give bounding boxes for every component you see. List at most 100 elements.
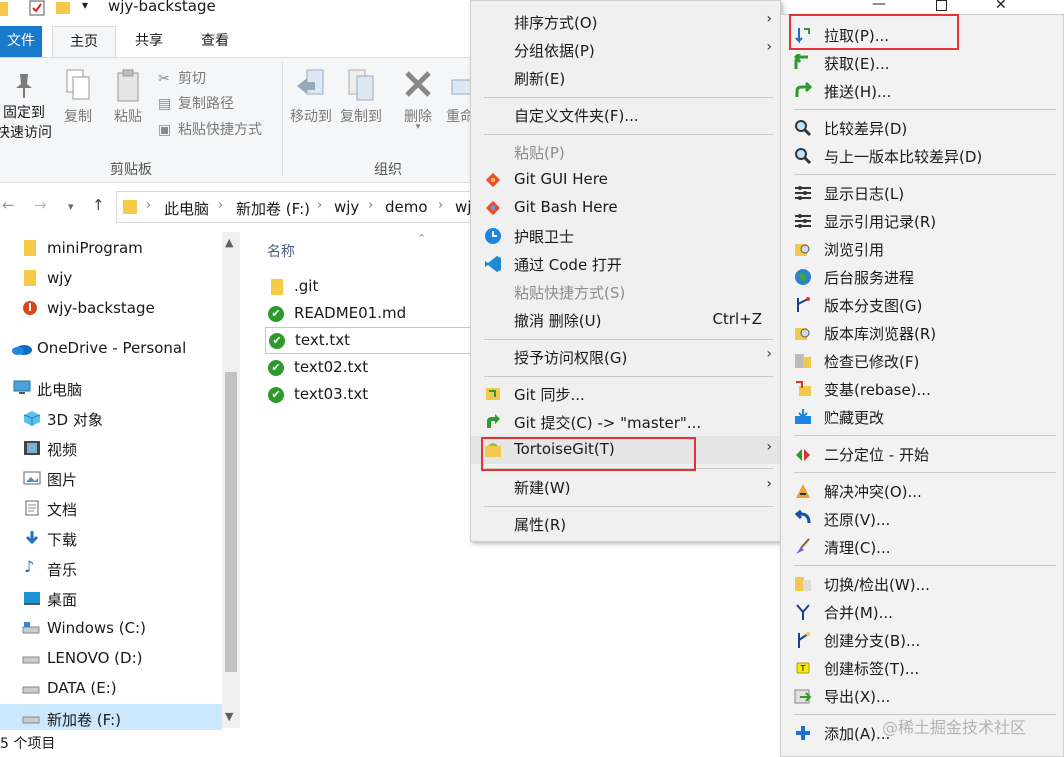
menu-separator xyxy=(484,134,773,135)
file-item-text03[interactable]: ✔ text03.txt xyxy=(265,382,480,409)
nav-item-onedrive[interactable]: OneDrive - Personal xyxy=(0,334,222,364)
menu-item-new[interactable]: 新建(W) › xyxy=(471,473,780,501)
nav-item-music[interactable]: ♪ 音乐 xyxy=(0,554,222,584)
nav-item-desktop[interactable]: 桌面 xyxy=(0,584,222,614)
nav-item-label: miniProgram xyxy=(47,239,143,257)
breadcrumb-item[interactable]: demo xyxy=(385,198,428,216)
menu-item-show-log[interactable]: 显示日志(L) xyxy=(781,179,1063,207)
nav-item-drive-e[interactable]: DATA (E:) xyxy=(0,674,222,704)
forward-arrow-icon[interactable]: → xyxy=(34,196,47,214)
menu-item-grant-access[interactable]: 授予访问权限(G) › xyxy=(471,343,780,371)
nav-item-downloads[interactable]: 下载 xyxy=(0,524,222,554)
nav-item-3d-objects[interactable]: 3D 对象 xyxy=(0,404,222,434)
scrollbar-thumb[interactable] xyxy=(225,372,237,672)
menu-item-resolve[interactable]: 解决冲突(O)... xyxy=(781,477,1063,505)
tab-home[interactable]: 主页 xyxy=(52,26,116,57)
export-icon xyxy=(794,687,812,705)
nav-item-drive-d[interactable]: LENOVO (D:) xyxy=(0,644,222,674)
back-arrow-icon[interactable]: ← xyxy=(2,196,15,214)
menu-item-cleanup[interactable]: 清理(C)... xyxy=(781,533,1063,561)
menu-item-git-sync[interactable]: Git 同步... xyxy=(471,380,780,408)
file-item-readme[interactable]: ✔ README01.md xyxy=(265,301,480,328)
breadcrumb[interactable]: › 此电脑 › 新加卷 (F:) › wjy › demo › wj xyxy=(116,191,486,223)
checkbox-icon[interactable] xyxy=(29,0,45,18)
close-icon[interactable]: ✕ xyxy=(995,0,1007,13)
nav-item-miniprogram[interactable]: miniProgram xyxy=(0,234,222,264)
menu-item-paste-shortcut[interactable]: 粘贴快捷方式(S) xyxy=(471,278,780,306)
menu-item-label: 添加(A)... xyxy=(824,725,891,743)
nav-item-videos[interactable]: 视频 xyxy=(0,434,222,464)
move-to-button[interactable]: 移动到 xyxy=(286,68,336,126)
tab-view[interactable]: 查看 xyxy=(184,26,246,57)
breadcrumb-item[interactable]: wj xyxy=(455,198,471,216)
tab-share[interactable]: 共享 xyxy=(118,26,180,57)
menu-item-daemon[interactable]: 后台服务进程 xyxy=(781,263,1063,291)
maximize-icon[interactable] xyxy=(936,0,947,15)
menu-item-properties[interactable]: 属性(R) xyxy=(471,510,780,538)
scroll-down-icon[interactable]: ▼ xyxy=(225,710,233,723)
up-arrow-icon[interactable]: ↑ xyxy=(92,196,105,214)
chevron-down-icon[interactable]: ▾ xyxy=(68,200,74,213)
nav-item-drive-c[interactable]: Windows (C:) xyxy=(0,614,222,644)
menu-item-eye-guard[interactable]: 护眼卫士 xyxy=(471,222,780,250)
folder-icon[interactable] xyxy=(56,0,70,18)
breadcrumb-item[interactable]: 此电脑 xyxy=(164,198,209,219)
menu-item-switch[interactable]: 切换/检出(W)... xyxy=(781,570,1063,598)
copy-path-button[interactable]: ▤ 复制路径 xyxy=(158,93,234,113)
menu-item-export[interactable]: 导出(X)... xyxy=(781,682,1063,710)
copy-to-button[interactable]: 复制到 xyxy=(336,68,386,126)
menu-item-create-branch[interactable]: 创建分支(B)... xyxy=(781,626,1063,654)
breadcrumb-item[interactable]: wjy xyxy=(334,198,359,216)
menu-item-check-modifications[interactable]: 检查已修改(F) xyxy=(781,347,1063,375)
menu-item-merge[interactable]: 合并(M)... xyxy=(781,598,1063,626)
menu-item-diff-previous[interactable]: 与上一版本比较差异(D) xyxy=(781,142,1063,170)
chevron-right-icon: › xyxy=(438,198,444,213)
menu-item-bisect[interactable]: 二分定位 - 开始 xyxy=(781,440,1063,468)
menu-item-git-gui[interactable]: Git GUI Here xyxy=(471,166,780,194)
tab-file[interactable]: 文件 xyxy=(0,26,42,57)
paste-button[interactable]: 粘贴 xyxy=(108,68,148,126)
menu-item-stash[interactable]: 贮藏更改 xyxy=(781,403,1063,431)
nav-item-wjy-backstage[interactable]: wjy-backstage xyxy=(0,294,222,324)
minimize-icon[interactable]: — xyxy=(872,0,886,12)
scroll-up-icon[interactable]: ▲ xyxy=(225,236,233,249)
menu-item-undo-delete[interactable]: 撤消 删除(U) Ctrl+Z xyxy=(471,306,780,334)
file-item-git[interactable]: .git xyxy=(265,274,480,301)
breadcrumb-item[interactable]: 新加卷 (F:) xyxy=(236,198,310,219)
menu-item-paste[interactable]: 粘贴(P) xyxy=(471,138,780,166)
delete-button[interactable]: 删除 ▾ xyxy=(398,68,438,132)
column-header-name[interactable]: 名称 xyxy=(267,241,295,261)
file-item-text[interactable]: ✔ text.txt xyxy=(265,327,480,354)
nav-item-documents[interactable]: 文档 xyxy=(0,494,222,524)
menu-item-rebase[interactable]: 变基(rebase)... xyxy=(781,375,1063,403)
menu-item-fetch[interactable]: 获取(E)... xyxy=(781,49,1063,77)
menu-item-revert[interactable]: 还原(V)... xyxy=(781,505,1063,533)
chevron-down-icon[interactable]: ▾ xyxy=(82,0,88,16)
paste-shortcut-label: 粘贴快捷方式 xyxy=(178,122,262,138)
copy-button[interactable]: 复制 xyxy=(58,68,98,126)
menu-item-create-tag[interactable]: T 创建标签(T)... xyxy=(781,654,1063,682)
file-item-text02[interactable]: ✔ text02.txt xyxy=(265,355,480,382)
menu-item-sort-by[interactable]: 排序方式(O) › xyxy=(471,8,780,36)
menu-item-revision-graph[interactable]: 版本分支图(G) xyxy=(781,291,1063,319)
menu-item-group-by[interactable]: 分组依据(P) › xyxy=(471,36,780,64)
menu-separator xyxy=(484,376,773,377)
menu-item-git-commit[interactable]: Git 提交(C) -> "master"... xyxy=(471,408,780,436)
pin-quick-access-button[interactable]: 固定到 快速访问 xyxy=(0,70,52,142)
nav-item-this-pc[interactable]: 此电脑 xyxy=(0,374,222,404)
menu-item-customize-folder[interactable]: 自定义文件夹(F)... xyxy=(471,101,780,129)
menu-item-open-with-code[interactable]: 通过 Code 打开 xyxy=(471,250,780,278)
navigation-scrollbar[interactable]: ▲ ▼ xyxy=(222,232,240,728)
menu-item-push[interactable]: 推送(H)... xyxy=(781,77,1063,105)
menu-item-diff[interactable]: 比较差异(D) xyxy=(781,114,1063,142)
nav-item-wjy[interactable]: wjy xyxy=(0,264,222,294)
nav-item-pictures[interactable]: 图片 xyxy=(0,464,222,494)
cut-button[interactable]: ✂ 剪切 xyxy=(158,68,206,88)
menu-item-browse-refs[interactable]: 浏览引用 xyxy=(781,235,1063,263)
menu-item-refresh[interactable]: 刷新(E) xyxy=(471,64,780,92)
menu-item-show-reflog[interactable]: 显示引用记录(R) xyxy=(781,207,1063,235)
paste-shortcut-button[interactable]: ▣ 粘贴快捷方式 xyxy=(158,119,262,139)
menu-item-repo-browser[interactable]: 版本库浏览器(R) xyxy=(781,319,1063,347)
menu-item-git-bash[interactable]: Git Bash Here xyxy=(471,194,780,222)
menu-item-label: 创建分支(B)... xyxy=(824,632,921,650)
